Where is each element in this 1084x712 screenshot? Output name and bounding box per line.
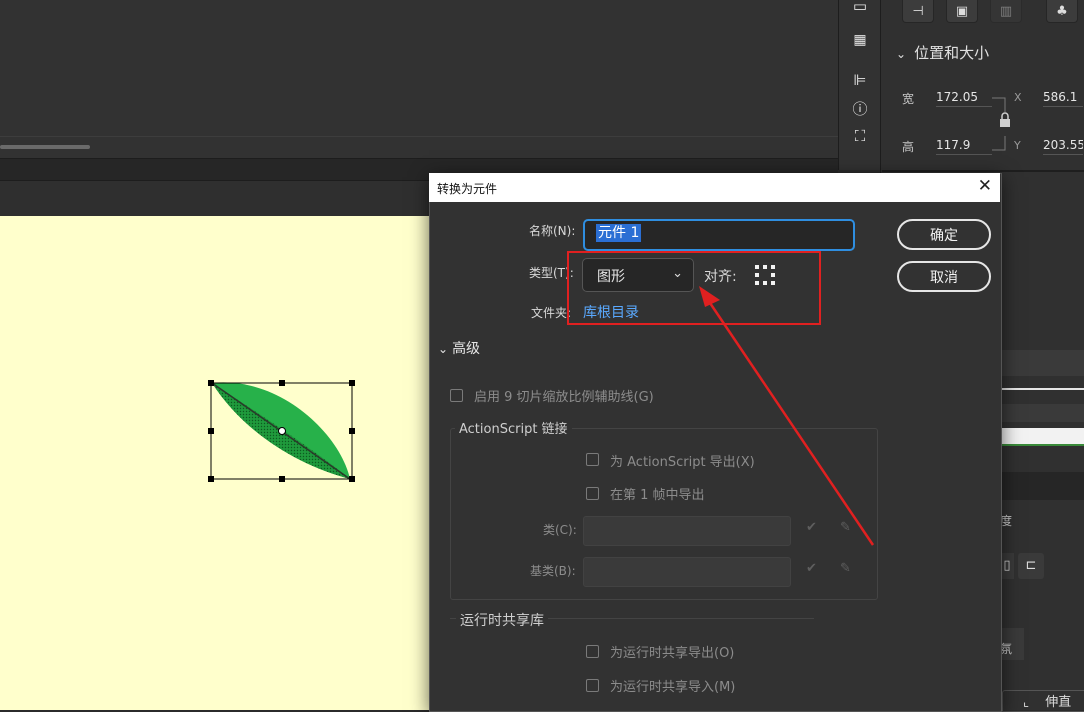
info-panel-button[interactable]: ⓘ	[850, 98, 870, 118]
space-button[interactable]: ▥	[990, 0, 1022, 23]
dialog-title: 转换为元件	[437, 182, 498, 196]
dialog-titlebar[interactable]: 转换为元件 ✕	[429, 173, 1000, 202]
cap-icon: ⊏	[1025, 558, 1037, 573]
x-label: X	[1014, 91, 1022, 104]
info-icon: ⓘ	[852, 99, 868, 118]
height-label: 高	[902, 140, 915, 154]
club-icon: ♣	[1056, 3, 1068, 19]
edit-bar	[0, 180, 430, 217]
export-actionscript-label: 为 ActionScript 导出(X)	[610, 455, 755, 470]
annotation-highlight-box	[567, 251, 821, 325]
club-button[interactable]: ♣	[1046, 0, 1078, 23]
panel-icon-top[interactable]: ▭	[850, 0, 870, 15]
icon-button[interactable]: ⊏	[1018, 553, 1044, 579]
space-icon: ▥	[999, 3, 1013, 19]
base-class-input[interactable]	[583, 557, 791, 587]
folder-label: 文件夹:	[531, 306, 572, 320]
runtime-export-label: 为运行时共享导出(O)	[610, 646, 735, 661]
panel-band	[1000, 404, 1084, 422]
base-class-label: 基类(B):	[530, 564, 576, 578]
corner-icon: ⌞	[1023, 695, 1030, 710]
actionscript-group-title: ActionScript 链接	[455, 418, 572, 437]
panel-band	[1000, 350, 1084, 376]
symbol-name-value: 元件 1	[596, 224, 642, 242]
match-size-icon: ▣	[955, 3, 969, 19]
divider	[0, 136, 838, 137]
join-dropdown[interactable]: ⌞ 伸直	[1002, 690, 1084, 712]
horizontal-scrollbar[interactable]	[0, 145, 90, 149]
preview-strip	[1000, 428, 1084, 446]
transform-panel-button[interactable]: ⛶	[850, 126, 870, 146]
align-left-icon: ⊫	[853, 71, 867, 89]
chevron-down-icon: ⌄	[896, 47, 907, 61]
panel-line	[1000, 388, 1084, 390]
grid-icon: ▦	[853, 32, 867, 48]
class-input[interactable]	[583, 516, 791, 546]
distribute-button[interactable]: ⊣	[902, 0, 934, 23]
position-size-header[interactable]: ⌄ 位置和大小	[896, 42, 989, 63]
y-label: Y	[1014, 139, 1021, 152]
export-actionscript-checkbox[interactable]	[586, 453, 599, 466]
runtime-import-label: 为运行时共享导入(M)	[610, 680, 736, 695]
transform-icon: ⛶	[854, 127, 866, 145]
width-field[interactable]: 172.05	[936, 90, 992, 107]
panel-divider	[882, 170, 1084, 172]
pencil-icon[interactable]: ✎	[840, 520, 851, 535]
panel-band	[1000, 472, 1084, 500]
swatches-panel-button[interactable]: ▦	[850, 30, 870, 50]
runtime-import-checkbox[interactable]	[586, 679, 599, 692]
pencil-icon[interactable]: ✎	[840, 561, 851, 576]
runtime-group-title: 运行时共享库	[456, 610, 548, 630]
check-icon[interactable]: ✔	[806, 561, 817, 576]
lock-icon	[1000, 119, 1010, 127]
square-icon: ▭	[852, 0, 868, 15]
chevron-down-icon: ⌄	[438, 342, 449, 356]
close-icon[interactable]: ✕	[978, 176, 992, 196]
match-size-button[interactable]: ▣	[946, 0, 978, 23]
y-field[interactable]: 203.55	[1043, 138, 1083, 155]
distribute-icon: ⊣	[912, 3, 924, 19]
export-first-frame-checkbox[interactable]	[586, 487, 599, 500]
x-field[interactable]: 586.1	[1043, 90, 1083, 107]
runtime-export-checkbox[interactable]	[586, 645, 599, 658]
width-label: 宽	[902, 92, 915, 106]
class-label: 类(C):	[543, 523, 577, 537]
constrain-lock[interactable]	[990, 94, 1012, 154]
ok-button[interactable]: 确定	[897, 219, 991, 250]
icon-button[interactable]: ▯	[1000, 553, 1014, 579]
transform-point[interactable]	[278, 427, 286, 435]
check-icon[interactable]: ✔	[806, 520, 817, 535]
cancel-button[interactable]: 取消	[897, 261, 991, 292]
advanced-toggle[interactable]: ⌄ 高级	[438, 338, 480, 358]
export-first-frame-label: 在第 1 帧中导出	[610, 488, 705, 503]
leaf-shape[interactable]	[200, 374, 365, 489]
nine-slice-checkbox[interactable]	[450, 389, 463, 402]
align-panel-button[interactable]: ⊫	[850, 70, 870, 90]
nine-slice-label: 启用 9 切片缩放比例辅助线(G)	[474, 390, 654, 405]
split-icon: ▯	[1003, 558, 1011, 573]
timeline-area	[0, 0, 838, 158]
height-field[interactable]: 117.9	[936, 138, 992, 155]
name-label: 名称(N):	[529, 224, 576, 238]
